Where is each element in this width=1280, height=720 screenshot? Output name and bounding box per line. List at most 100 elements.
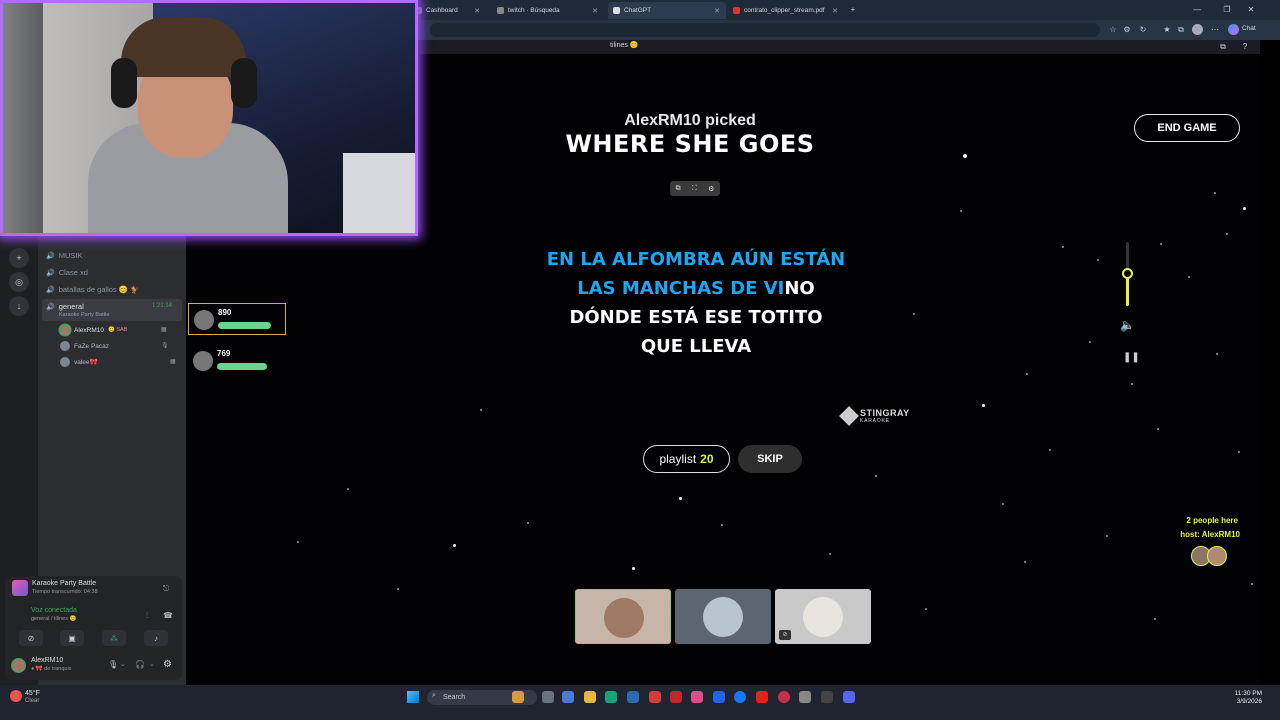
avatar <box>803 597 843 637</box>
participant-tile[interactable] <box>675 589 771 644</box>
star <box>453 544 456 547</box>
microphone-icon[interactable]: 🎙 <box>108 660 118 669</box>
weather-condition: Clear <box>25 698 40 704</box>
settings-gear-icon[interactable]: ⚙ <box>163 659 172 670</box>
skip-button[interactable]: SKIP <box>738 445 802 473</box>
weather-temp[interactable]: 45°F <box>25 690 40 697</box>
store-icon[interactable] <box>627 691 639 703</box>
app-icon[interactable] <box>821 691 833 703</box>
lyric-line: LAS MANCHAS DE VINO <box>0 278 1280 299</box>
help-icon[interactable]: ? <box>1240 42 1250 52</box>
close-icon[interactable]: ✕ <box>474 7 480 15</box>
youtube-icon[interactable] <box>756 691 768 703</box>
avatar[interactable] <box>11 658 26 673</box>
volume-knob[interactable] <box>1122 268 1133 279</box>
facebook-icon[interactable] <box>734 691 746 703</box>
widgets-icon[interactable] <box>512 691 524 703</box>
activity-exit-icon[interactable]: ⎋ <box>163 584 169 594</box>
copilot-label[interactable]: Chat <box>1242 25 1256 32</box>
camera-off-button[interactable]: ⊘ <box>19 630 43 646</box>
taskbar-date[interactable]: 3/9/2026 <box>1218 698 1262 705</box>
windows-start-icon[interactable] <box>407 691 419 703</box>
close-icon[interactable]: ✕ <box>832 7 838 15</box>
star <box>960 210 962 212</box>
avatar <box>1207 546 1227 566</box>
star <box>829 553 831 555</box>
voice-member[interactable]: valee🎀 <box>60 357 98 367</box>
tab-chatgpt[interactable]: ChatGPT ✕ <box>608 2 726 19</box>
star <box>297 541 299 543</box>
star-icon[interactable]: ☆ <box>1108 25 1118 35</box>
profile-avatar[interactable] <box>1192 24 1203 35</box>
url-field[interactable] <box>430 23 1100 37</box>
new-tab-button[interactable]: + <box>848 5 858 15</box>
chevron-down-icon[interactable]: ⌄ <box>120 660 126 668</box>
restore-icon[interactable]: ❐ <box>1222 5 1232 15</box>
speaker-icon[interactable]: 🔈 <box>1120 318 1135 332</box>
tab-cashboard[interactable]: Cashboard ✕ <box>410 2 486 19</box>
playlist-label: playlist <box>659 452 697 466</box>
taskbar-time[interactable]: 11:30 PM <box>1218 690 1262 697</box>
settings-icon[interactable] <box>799 691 811 703</box>
playlist-button[interactable]: playlist 20 <box>643 445 730 473</box>
end-game-button[interactable]: END GAME <box>1134 114 1240 142</box>
popout-icon[interactable]: ⧉ <box>676 185 681 193</box>
star <box>679 497 682 500</box>
tab-twitch-search[interactable]: twitch · Búsqueda ✕ <box>492 2 604 19</box>
participant-tile[interactable] <box>575 589 671 644</box>
discord-title-bar <box>420 40 1260 54</box>
star <box>1214 192 1216 194</box>
minimize-icon[interactable]: — <box>1192 5 1202 15</box>
close-icon[interactable]: ✕ <box>714 7 720 15</box>
fullscreen-icon[interactable]: ⛶ <box>692 185 697 193</box>
close-icon[interactable]: ✕ <box>592 7 598 15</box>
chevron-down-icon[interactable]: ⌄ <box>149 660 155 668</box>
tab-label: contrato_clipper_stream.pdf <box>744 7 825 14</box>
more-options-icon[interactable]: ⋯ <box>1210 25 1220 35</box>
avatar <box>604 598 644 638</box>
voice-status: Voz conectada <box>31 607 77 614</box>
lyric-line: EN LA ALFOMBRA AÚN ESTÁN <box>0 249 1280 270</box>
people-count: 2 people here <box>1186 516 1238 525</box>
tab-label: ChatGPT <box>624 7 652 14</box>
soundboard-button[interactable]: ♪ <box>144 630 168 646</box>
star <box>480 409 482 411</box>
tab-contrato-pdf[interactable]: contrato_clipper_stream.pdf ✕ <box>728 2 844 19</box>
refresh-icon[interactable]: ↻ <box>1138 25 1148 35</box>
activity-icon <box>12 580 28 596</box>
screen-share-button[interactable]: ▣ <box>60 630 84 646</box>
app-icon[interactable] <box>649 691 661 703</box>
discord-icon[interactable] <box>843 691 855 703</box>
webcam-person-hair <box>121 17 246 77</box>
host-label: host: AlexRM10 <box>1180 530 1240 539</box>
tab-favicon <box>497 7 504 14</box>
star <box>1157 428 1159 430</box>
settings-icon[interactable]: ⚙ <box>708 185 714 193</box>
extensions-icon[interactable]: ⚙ <box>1122 25 1132 35</box>
disconnect-icon[interactable]: ☎ <box>163 611 173 620</box>
collections-icon[interactable]: ⧉ <box>1176 25 1186 35</box>
noise-icon[interactable]: ⫶ <box>146 611 148 621</box>
star <box>1238 451 1240 453</box>
headphones-icon[interactable]: 🎧 <box>135 660 145 669</box>
mcafee-icon[interactable] <box>670 691 682 703</box>
popout-icon[interactable]: ⧉ <box>1218 42 1228 52</box>
close-window-icon[interactable]: ✕ <box>1246 5 1256 15</box>
app-icon[interactable] <box>778 691 790 703</box>
activity-title: Karaoke Party Battle <box>32 580 97 587</box>
app-icon[interactable] <box>691 691 703 703</box>
task-view-icon[interactable] <box>542 691 554 703</box>
activity-button[interactable]: ⁂ <box>102 630 126 646</box>
edge-icon[interactable] <box>605 691 617 703</box>
mail-icon[interactable] <box>713 691 725 703</box>
weather-icon[interactable] <box>10 690 22 702</box>
copilot-app-icon[interactable] <box>562 691 574 703</box>
brand-sub: KARAOKE <box>860 418 890 424</box>
copilot-icon[interactable] <box>1228 24 1239 35</box>
webcam-overlay <box>0 0 418 236</box>
participant-tile[interactable]: ⊘ <box>775 589 871 644</box>
pause-icon[interactable]: ❚❚ <box>1123 352 1140 363</box>
file-explorer-icon[interactable] <box>584 691 596 703</box>
favorites-icon[interactable]: ★ <box>1162 25 1172 35</box>
search-icon: ⌕ <box>432 692 436 699</box>
